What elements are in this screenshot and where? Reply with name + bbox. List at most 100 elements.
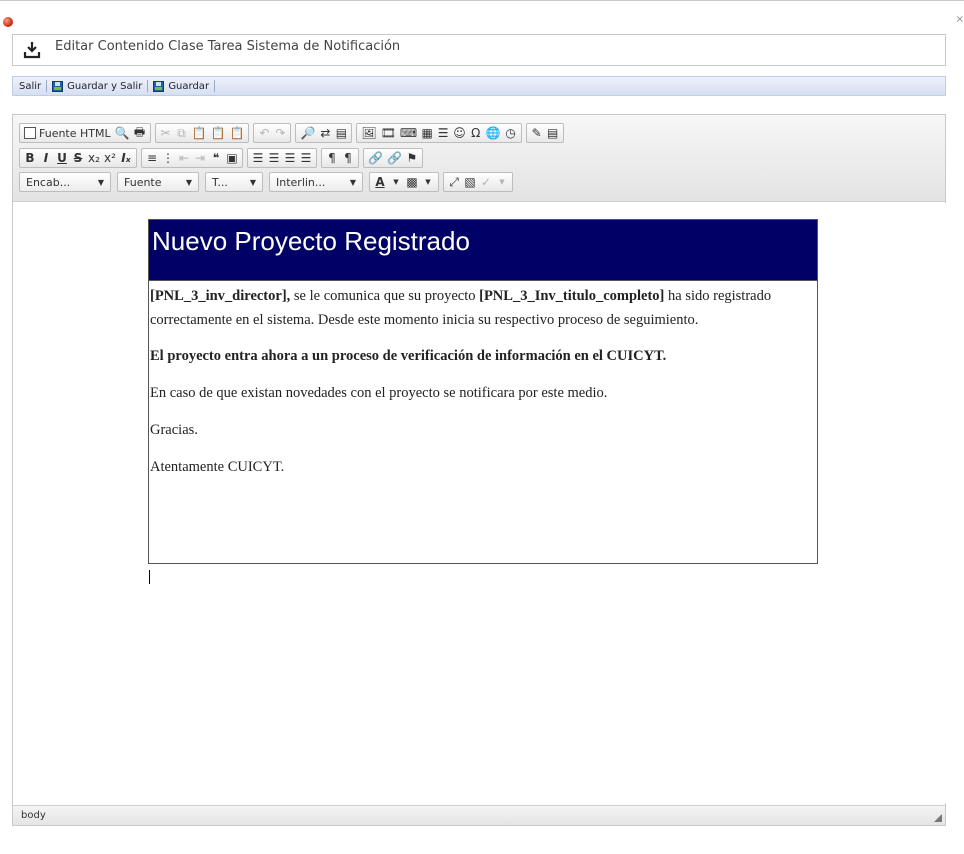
chevron-down-icon[interactable]: ▼ [494,173,510,191]
notification-table: Nuevo Proyecto Registrado [PNL_3_inv_dir… [148,219,818,564]
paragraph-5: Atentamente CUICYT. [150,459,285,475]
notification-header: Nuevo Proyecto Registrado [149,220,817,281]
italic-button[interactable]: I [38,149,54,167]
paste-text-icon[interactable]: 📋 [209,124,228,142]
separator [214,80,216,92]
element-path[interactable]: body [21,810,46,821]
save-button[interactable]: Guardar [153,80,209,92]
print-icon[interactable]: 🖶 [132,124,148,142]
download-icon [23,42,41,59]
remove-format-button[interactable]: Iₓ [118,149,134,167]
bold-button[interactable]: B [22,149,38,167]
preview-icon[interactable]: 🔍 [113,124,132,142]
numbered-list-icon[interactable]: ≡ [144,149,160,167]
text-color-icon[interactable]: A [372,173,388,191]
outdent-icon[interactable]: ⇤ [176,149,192,167]
rich-text-editor: Fuente HTML 🔍 🖶 ✂ ⧉ 📋 📋 📋 ↶ ↷ 🔎 ⇄ ▤ 🖼 🎞 … [12,114,946,826]
copy-icon[interactable]: ⧉ [174,124,190,142]
clipboard-group: ✂ ⧉ 📋 📋 📋 [154,123,250,143]
separator [46,80,48,92]
save-icon [153,80,165,92]
editor-content[interactable]: Nuevo Proyecto Registrado [PNL_3_inv_dir… [14,203,946,803]
view-group: ⤢ ▧ ✓ ▼ [443,172,513,192]
save-and-exit-button[interactable]: Guardar y Salir [52,80,143,92]
unlink-icon[interactable]: 🔗 [385,149,404,167]
bg-color-icon[interactable]: ▩ [404,173,420,191]
chevron-down-icon[interactable]: ▼ [420,173,436,191]
show-blocks-icon[interactable]: ▧ [462,173,478,191]
find-group: 🔎 ⇄ ▤ [295,123,353,143]
image-icon[interactable]: 🖼 [359,124,378,142]
element-path-bar: body [13,805,945,825]
horizontal-rule-icon[interactable]: ☰ [435,124,451,142]
subscript-button[interactable]: x₂ [86,149,102,167]
maximize-icon[interactable]: ⤢ [446,173,462,191]
blockquote-icon[interactable]: ❝ [208,149,224,167]
p2-text: El proyecto entra ahora a un proceso de … [150,348,667,364]
director-variable: [PNL_3_inv_director], [150,288,291,304]
basic-styles-group: B I U S x₂ x² Iₓ [19,148,137,168]
underline-button[interactable]: U [54,149,70,167]
ltr-icon[interactable]: ¶ [324,149,340,167]
align-left-icon[interactable]: ☰ [250,149,266,167]
line-height-value: Interlin... [276,175,326,189]
select-all-icon[interactable]: ▤ [333,124,349,142]
chevron-down-icon[interactable]: ▼ [388,173,404,191]
div-container-icon[interactable]: ▣ [224,149,240,167]
paragraph-3: En caso de que existan novedades con el … [150,385,608,401]
undo-icon[interactable]: ↶ [256,124,272,142]
source-html-button[interactable]: Fuente HTML [22,124,113,142]
strike-button[interactable]: S [70,149,86,167]
align-center-icon[interactable]: ☰ [266,149,282,167]
superscript-button[interactable]: x² [102,149,118,167]
line-height-dropdown[interactable]: Interlin... ▼ [269,172,363,192]
title-bar: Editar Contenido Clase Tarea Sistema de … [12,34,946,66]
chevron-down-icon: ▼ [349,177,356,187]
notification-body: [PNL_3_inv_director], se le comunica que… [149,281,817,479]
spellcheck-icon[interactable]: ✓ [478,173,494,191]
close-icon[interactable]: × [956,14,964,25]
font-size-value: T... [212,175,228,189]
iframe-icon[interactable]: 🌐 [484,124,503,142]
paste-icon[interactable]: 📋 [190,124,209,142]
source-label: Fuente HTML [39,126,111,140]
resize-grip-icon[interactable] [934,814,942,822]
templates-icon[interactable]: ✎ [529,124,545,142]
save-icon [52,80,64,92]
paragraph-1: [PNL_3_inv_director], se le comunica que… [150,284,817,332]
cut-icon[interactable]: ✂ [158,124,174,142]
paste-word-icon[interactable]: 📋 [227,124,246,142]
align-right-icon[interactable]: ☰ [282,149,298,167]
insert-group: 🖼 🎞 ⌨ ▦ ☰ ☺ Ω 🌐 ◷ [356,123,522,143]
font-size-dropdown[interactable]: T... ▼ [205,172,263,192]
link-icon[interactable]: 🔗 [366,149,385,167]
show-blocks-icon[interactable]: ▤ [545,124,561,142]
redo-icon[interactable]: ↷ [272,124,288,142]
paragraph-2: El proyecto entra ahora a un proceso de … [150,344,817,368]
save-and-exit-label: Guardar y Salir [67,80,143,92]
font-dropdown[interactable]: Fuente ▼ [117,172,199,192]
smiley-icon[interactable]: ☺ [451,124,468,142]
indent-icon[interactable]: ⇥ [192,149,208,167]
page-title: Editar Contenido Clase Tarea Sistema de … [55,39,401,54]
tools-group: ✎ ▤ [525,123,564,143]
table-icon[interactable]: ▦ [419,124,435,142]
editor-toolbar: Fuente HTML 🔍 🖶 ✂ ⧉ 📋 📋 📋 ↶ ↷ 🔎 ⇄ ▤ 🖼 🎞 … [13,115,945,202]
clock-icon[interactable]: ◷ [503,124,519,142]
replace-icon[interactable]: ⇄ [317,124,333,142]
headings-dropdown[interactable]: Encab... ▼ [19,172,111,192]
colors-group: A ▼ ▩ ▼ [369,172,439,192]
font-value: Fuente [124,175,162,189]
special-char-icon[interactable]: Ω [468,124,484,142]
align-justify-icon[interactable]: ☰ [298,149,314,167]
rtl-icon[interactable]: ¶ [340,149,356,167]
page-break-icon[interactable]: ⌨ [398,124,419,142]
actions-bar: Salir Guardar y Salir Guardar [12,76,946,96]
bulleted-list-icon[interactable]: ⋮ [160,149,176,167]
align-group: ☰ ☰ ☰ ☰ [247,148,317,168]
exit-button[interactable]: Salir [19,81,41,92]
flash-icon[interactable]: 🎞 [379,124,398,142]
source-group: Fuente HTML 🔍 🖶 [19,123,151,143]
find-icon[interactable]: 🔎 [298,124,317,142]
anchor-flag-icon[interactable]: ⚑ [404,149,420,167]
